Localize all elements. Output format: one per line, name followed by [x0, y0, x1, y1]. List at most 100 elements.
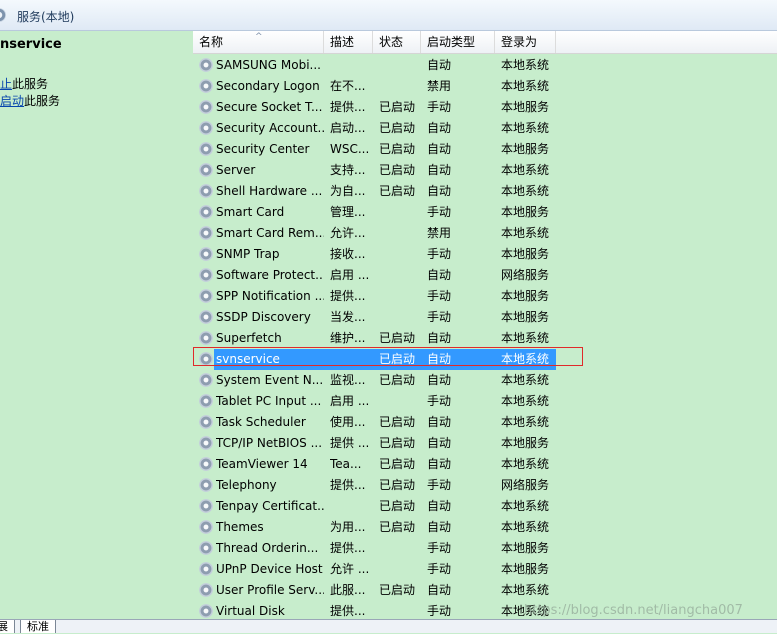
services-table-header: 名称 ^ 描述 状态 启动类型 登录为: [193, 31, 777, 54]
table-row[interactable]: Software Protect... 启用 ... 自动 网络服务: [193, 265, 777, 286]
table-row[interactable]: Shell Hardware ... 为自... 已启动 自动 本地系统: [193, 181, 777, 202]
cell-startup: 自动: [427, 142, 452, 156]
cell-desc: 为用...: [330, 520, 366, 534]
cell-desc: WSC...: [330, 142, 370, 156]
cell-logon: 本地系统: [501, 226, 550, 240]
column-header-name[interactable]: 名称 ^: [193, 31, 324, 53]
gear-icon: [199, 499, 213, 513]
gear-icon: [199, 289, 213, 303]
table-row[interactable]: Tenpay Certificat... 已启动 自动 本地系统: [193, 496, 777, 517]
gear-icon: [199, 457, 213, 471]
table-row[interactable]: SNMP Trap 接收... 手动 本地服务: [193, 244, 777, 265]
cell-name: TCP/IP NetBIOS ...: [216, 436, 323, 450]
cell-desc: 维护...: [330, 331, 366, 345]
cell-logon: 网络服务: [501, 478, 550, 492]
table-row[interactable]: TCP/IP NetBIOS ... 提供 ... 已启动 自动 本地服务: [193, 433, 777, 454]
cell-status: 已启动: [379, 100, 416, 114]
cell-startup: 自动: [427, 499, 452, 513]
stop-service-link[interactable]: 止: [0, 77, 12, 91]
gear-icon: [199, 121, 213, 135]
table-row[interactable]: User Profile Serv... 此服... 已启动 自动 本地系统: [193, 580, 777, 601]
cell-logon: 本地系统: [501, 184, 550, 198]
table-row[interactable]: Superfetch 维护... 已启动 自动 本地系统: [193, 328, 777, 349]
cell-status: 已启动: [379, 184, 416, 198]
gear-icon: [199, 373, 213, 387]
table-row[interactable]: Secure Socket T... 提供... 已启动 手动 本地服务: [193, 97, 777, 118]
cell-desc: 为自...: [330, 184, 366, 198]
window-title: 服务(本地): [17, 10, 75, 24]
table-row[interactable]: SPP Notification ... 提供... 手动 本地服务: [193, 286, 777, 307]
table-row[interactable]: Smart Card Rem... 允许... 禁用 本地系统: [193, 223, 777, 244]
table-row[interactable]: Task Scheduler 使用... 已启动 自动 本地系统: [193, 412, 777, 433]
gear-icon: [199, 478, 213, 492]
cell-name: Smart Card: [216, 205, 285, 219]
cell-logon: 本地系统: [501, 457, 550, 471]
cell-desc: 启动...: [330, 121, 366, 135]
services-icon: [0, 8, 6, 22]
table-row[interactable]: Telephony 提供... 已启动 手动 网络服务: [193, 475, 777, 496]
tab-standard[interactable]: 标准: [20, 620, 56, 633]
gear-icon: [199, 247, 213, 261]
selected-service-name: nservice: [0, 37, 62, 52]
tab-extended[interactable]: 展: [0, 620, 15, 633]
table-row[interactable]: svnservice 已启动 自动 本地系统: [193, 349, 777, 370]
cell-startup: 自动: [427, 58, 452, 72]
cell-logon: 本地服务: [501, 100, 550, 114]
column-header-logon-as[interactable]: 登录为: [495, 31, 556, 53]
gear-icon: [199, 583, 213, 597]
cell-startup: 禁用: [427, 79, 452, 93]
cell-logon: 本地系统: [501, 583, 550, 597]
cell-desc: 监视...: [330, 373, 366, 387]
table-row[interactable]: Tablet PC Input ... 启用 ... 手动 本地系统: [193, 391, 777, 412]
gear-icon: [199, 79, 213, 93]
cell-name: Security Account...: [216, 121, 324, 135]
gear-icon: [199, 58, 213, 72]
cell-status: 已启动: [379, 520, 416, 534]
cell-logon: 本地系统: [501, 331, 550, 345]
table-row[interactable]: Security Account... 启动... 已启动 自动 本地系统: [193, 118, 777, 139]
cell-logon: 本地系统: [501, 499, 550, 513]
cell-startup: 手动: [427, 289, 452, 303]
restart-service-action: 启动此服务: [0, 92, 60, 109]
cell-desc: 此服...: [330, 583, 366, 597]
cell-logon: 本地服务: [501, 310, 550, 324]
cell-name: Smart Card Rem...: [216, 226, 324, 240]
gear-icon: [199, 226, 213, 240]
view-tabs: 展 标准: [0, 619, 777, 633]
table-row[interactable]: System Event N... 监视... 已启动 自动 本地系统: [193, 370, 777, 391]
cell-startup: 手动: [427, 247, 452, 261]
cell-status: 已启动: [379, 163, 416, 177]
cell-logon: 本地服务: [501, 142, 550, 156]
gear-icon: [199, 436, 213, 450]
restart-service-suffix: 此服务: [24, 94, 61, 108]
cell-status: 已启动: [379, 373, 416, 387]
cell-name: Secondary Logon: [216, 79, 320, 93]
gear-icon: [199, 394, 213, 408]
cell-desc: 提供...: [330, 541, 366, 555]
table-row[interactable]: Themes 为用... 已启动 自动 本地系统: [193, 517, 777, 538]
cell-logon: 本地系统: [501, 415, 550, 429]
table-row[interactable]: SSDP Discovery 当发... 手动 本地服务: [193, 307, 777, 328]
gear-icon: [199, 268, 213, 282]
column-header-description[interactable]: 描述: [324, 31, 373, 53]
cell-logon: 本地系统: [501, 394, 550, 408]
cell-status: 已启动: [379, 478, 416, 492]
column-header-startup-type[interactable]: 启动类型: [421, 31, 495, 53]
table-row[interactable]: TeamViewer 14 Tea... 已启动 自动 本地系统: [193, 454, 777, 475]
stop-service-suffix: 此服务: [12, 77, 49, 91]
column-header-status[interactable]: 状态: [373, 31, 421, 53]
cell-desc: Tea...: [330, 457, 362, 471]
cell-desc: 提供...: [330, 289, 366, 303]
cell-startup: 手动: [427, 394, 452, 408]
cell-name: System Event N...: [216, 373, 324, 387]
table-row[interactable]: Thread Orderin... 提供... 手动 本地服务: [193, 538, 777, 559]
table-row[interactable]: Secondary Logon 在不... 禁用 本地系统: [193, 76, 777, 97]
table-row[interactable]: UPnP Device Host 允许 ... 手动 本地服务: [193, 559, 777, 580]
gear-icon: [199, 184, 213, 198]
table-row[interactable]: Security Center WSC... 已启动 自动 本地服务: [193, 139, 777, 160]
table-row[interactable]: SAMSUNG Mobi... 自动 本地系统: [193, 55, 777, 76]
restart-service-link[interactable]: 启动: [0, 94, 24, 108]
table-row[interactable]: Smart Card 管理... 手动 本地服务: [193, 202, 777, 223]
table-row[interactable]: Server 支持... 已启动 自动 本地系统: [193, 160, 777, 181]
cell-status: 已启动: [379, 583, 416, 597]
